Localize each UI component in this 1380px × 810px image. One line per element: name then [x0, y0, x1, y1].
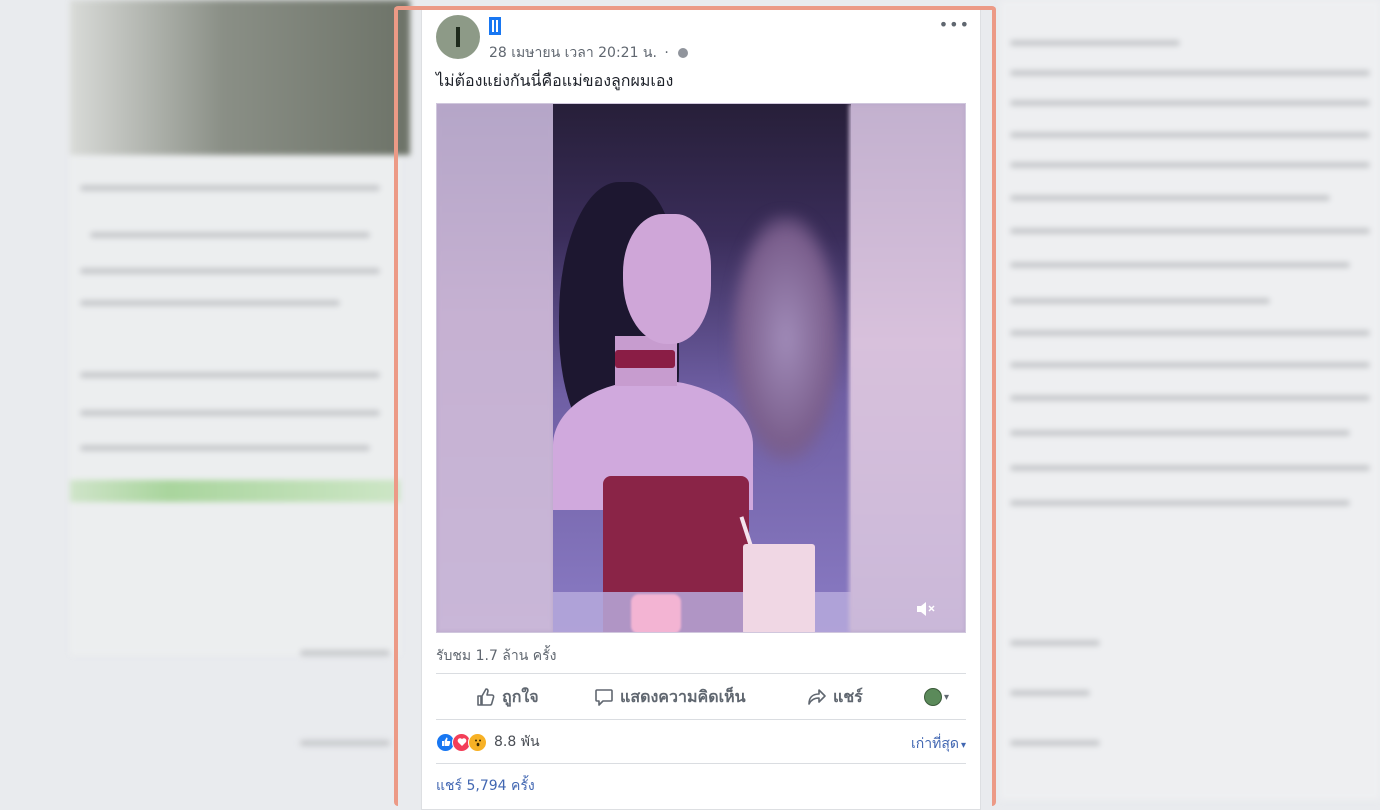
author-name-link[interactable] — [489, 17, 501, 35]
background-stripe — [1010, 690, 1090, 696]
background-stripe — [1010, 228, 1370, 234]
share-count[interactable]: แชร์ 5,794 ครั้ง — [436, 775, 535, 797]
background-stripe — [1010, 500, 1350, 506]
comment-sort-dropdown[interactable]: เก่าที่สุด ▾ — [911, 733, 966, 755]
divider — [436, 763, 966, 764]
background-stripe — [1010, 162, 1370, 168]
video-blur-right — [849, 104, 965, 632]
background-stripe — [1010, 100, 1370, 106]
comment-label: แสดงความคิดเห็น — [620, 686, 746, 706]
background-stripe — [1010, 132, 1370, 138]
share-arrow-icon — [807, 687, 827, 707]
meta-separator: · — [664, 45, 669, 61]
comment-button[interactable]: แสดงความคิดเห็น — [594, 679, 746, 715]
video-player[interactable] — [436, 103, 966, 633]
background-stripe — [1010, 70, 1370, 76]
background-stripe — [80, 372, 380, 378]
globe-icon[interactable] — [678, 48, 689, 58]
background-stripe — [80, 410, 380, 416]
background-stripe — [1010, 362, 1370, 368]
background-stripe — [1010, 262, 1350, 268]
avatar-letter — [456, 27, 460, 47]
avatar[interactable] — [436, 15, 480, 59]
video-cup — [743, 544, 815, 632]
audience-selector[interactable]: ▾ — [924, 679, 949, 715]
reactions-summary[interactable]: 8.8 พัน — [436, 731, 540, 753]
video-candle — [631, 594, 681, 632]
background-stripe — [1010, 640, 1100, 646]
background-green-bar — [70, 480, 400, 502]
sort-label: เก่าที่สุด — [910, 736, 959, 752]
video-frame[interactable] — [553, 104, 851, 632]
video-subject-face — [623, 214, 711, 344]
like-button[interactable]: ถูกใจ — [476, 679, 539, 715]
profile-thumbnail-icon — [924, 688, 942, 706]
video-blur-left — [437, 104, 553, 632]
background-stripe — [1010, 298, 1270, 304]
background-stripe — [1010, 330, 1370, 336]
background-stripe — [1010, 430, 1350, 436]
post-timestamp[interactable]: 28 เมษายน เวลา 20:21 น. — [489, 45, 657, 61]
background-stripe — [300, 740, 390, 746]
like-label: ถูกใจ — [502, 686, 539, 706]
divider — [436, 719, 966, 720]
background-stripe — [80, 185, 380, 191]
video-subject-choker — [615, 350, 675, 368]
more-options-icon[interactable]: ••• — [939, 15, 970, 34]
action-bar: ถูกใจ แสดงความคิดเห็น แชร์ ▾ — [436, 679, 966, 715]
background-image-block — [70, 0, 410, 155]
background-stripe — [80, 268, 380, 274]
background-stripe — [1010, 395, 1370, 401]
share-label: แชร์ — [833, 686, 863, 706]
background-stripe — [1010, 40, 1180, 46]
speech-bubble-icon — [594, 687, 614, 707]
chevron-down-icon: ▾ — [944, 691, 950, 703]
share-button[interactable]: แชร์ — [807, 679, 863, 715]
background-stripe — [1010, 195, 1330, 201]
background-stripe — [1010, 740, 1100, 746]
divider — [436, 673, 966, 674]
post-meta: 28 เมษายน เวลา 20:21 น. · — [489, 42, 689, 64]
mute-icon[interactable] — [915, 600, 937, 618]
wow-reaction-icon — [468, 732, 487, 752]
background-stripe — [90, 232, 370, 238]
chevron-down-icon: ▾ — [960, 740, 966, 751]
background-stripe — [1010, 465, 1370, 471]
background-stripe — [80, 300, 340, 306]
post-card: 28 เมษายน เวลา 20:21 น. · ••• ไม่ต้องแย่… — [421, 8, 981, 810]
thumbs-up-icon — [476, 687, 496, 707]
post-caption: ไม่ต้องแย่งกันนี่คือแม่ของลูกผมเอง — [436, 71, 674, 90]
background-stripe — [300, 650, 390, 656]
background-stripe — [80, 445, 370, 451]
background-left-panel — [70, 155, 400, 655]
view-count: รับชม 1.7 ล้าน ครั้ง — [436, 648, 557, 664]
reaction-count: 8.8 พัน — [494, 734, 540, 750]
